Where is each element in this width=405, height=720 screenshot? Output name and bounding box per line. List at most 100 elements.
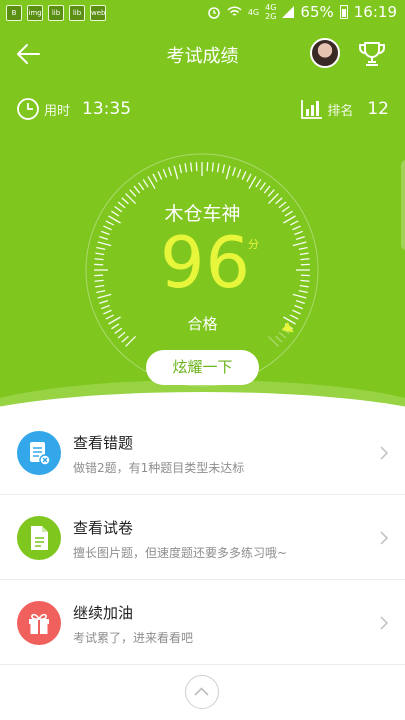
list-item-subtitle: 擅长图片题，但速度题还要多多练习哦~ xyxy=(73,546,288,560)
gauge-tick xyxy=(95,284,105,288)
gauge-tick xyxy=(96,246,106,251)
list-item-title: 继续加油 xyxy=(73,604,134,622)
gauge-tick xyxy=(246,173,252,183)
gauge-tick xyxy=(298,289,308,294)
list-item-subtitle: 做错2题，有1种题目类型未达标 xyxy=(73,461,245,475)
gauge-tick xyxy=(100,230,110,236)
gauge-tick xyxy=(248,176,257,189)
notification-icons: B img lib lib web xyxy=(6,5,106,21)
gauge-tick xyxy=(133,185,141,194)
gauge-tick xyxy=(121,335,129,343)
gauge-tick xyxy=(99,236,109,241)
gauge-tick xyxy=(178,164,183,174)
gauge-tick xyxy=(168,167,173,177)
gauge-tick xyxy=(216,163,220,173)
network-type: 4G xyxy=(247,7,260,17)
gauge-tick xyxy=(241,171,247,180)
network-type: 2G xyxy=(265,12,277,21)
pass-status: 合格 xyxy=(187,315,218,333)
status-bar: B img lib lib web 4G 4G 2G 65% 16:19 xyxy=(0,0,405,28)
gauge-tick xyxy=(142,179,149,188)
gauge-tick xyxy=(129,189,137,197)
battery-icon xyxy=(339,5,348,19)
gauge-tick xyxy=(255,179,262,188)
score-unit: 分 xyxy=(248,238,259,251)
rank-stat: 排名 12 xyxy=(301,95,389,123)
signal-icon xyxy=(282,6,295,18)
gauge-tick xyxy=(157,171,163,180)
time-used-stat: 用时 13:35 xyxy=(16,95,131,123)
rank-value: 12 xyxy=(367,99,389,119)
gauge-tick xyxy=(162,168,168,178)
gauge-tick xyxy=(211,162,214,172)
gauge-tick xyxy=(300,279,310,282)
action-list: 查看错题 做错2题，有1种题目类型未达标 查看试卷 擅长图片题，但速度题还要多多… xyxy=(0,410,405,665)
gauge-tick xyxy=(263,185,271,194)
gauge-tick xyxy=(94,279,104,282)
gauge-tick xyxy=(236,168,242,178)
list-item-exam-paper[interactable]: 查看试卷 擅长图片题，但速度题还要多多练习哦~ xyxy=(0,495,405,580)
notification-app-icon: lib xyxy=(69,5,85,21)
page-title: 考试成绩 xyxy=(166,46,239,67)
gauge-tick xyxy=(300,258,310,261)
list-item-subtitle: 考试累了，进来看看吧 xyxy=(73,631,194,645)
notification-app-icon: lib xyxy=(48,5,64,21)
app-header: 考试成绩 xyxy=(0,30,405,78)
gauge-tick xyxy=(292,293,307,299)
chevron-right-icon xyxy=(380,616,389,630)
user-avatar[interactable] xyxy=(310,38,340,68)
chevron-up-icon xyxy=(194,687,209,696)
notification-image-icon: img xyxy=(27,5,43,21)
list-item-wrong-questions[interactable]: 查看错题 做错2题，有1种题目类型未达标 xyxy=(0,410,405,495)
share-button[interactable]: 炫耀一下 xyxy=(146,350,259,385)
gauge-tick xyxy=(299,252,309,256)
network-type: 4G xyxy=(265,3,277,12)
list-item-keep-going[interactable]: 继续加油 考试累了，进来看看吧 xyxy=(0,580,405,665)
gauge-tick xyxy=(97,241,112,247)
scroll-up-button[interactable] xyxy=(185,675,219,709)
gauge-tick xyxy=(99,299,109,304)
gauge-tick xyxy=(97,293,112,299)
time-used-label: 用时 xyxy=(44,103,71,119)
score-value: 96 xyxy=(160,222,252,304)
list-item-title: 查看试卷 xyxy=(73,519,134,537)
rank-label: 排名 xyxy=(327,103,354,119)
bar-chart-icon xyxy=(301,100,323,119)
gift-icon xyxy=(17,601,61,645)
gauge-tick xyxy=(298,246,308,251)
exam-paper-icon xyxy=(17,516,61,560)
gauge-tick xyxy=(292,241,307,247)
alarm-icon xyxy=(208,7,220,19)
wifi-icon xyxy=(227,6,242,16)
gauge-tick xyxy=(295,236,305,241)
gauge-tick xyxy=(137,182,145,191)
trophy-icon[interactable] xyxy=(357,39,387,69)
gauge-tick xyxy=(267,189,275,197)
gauge-tick xyxy=(103,225,112,231)
system-status: 4G 4G 2G 65% 16:19 xyxy=(207,3,397,21)
footer xyxy=(0,665,405,720)
gauge-tick xyxy=(190,162,193,172)
list-item-title: 查看错题 xyxy=(73,434,134,452)
notification-app-icon: B xyxy=(6,5,22,21)
gauge-tick xyxy=(147,176,156,189)
gauge-tick xyxy=(295,299,305,304)
clock-icon xyxy=(17,98,39,120)
clock: 16:19 xyxy=(353,3,397,21)
gauge-tick xyxy=(231,167,236,177)
gauge-tick xyxy=(100,304,110,310)
gauge-tick xyxy=(294,304,304,310)
chevron-right-icon xyxy=(380,446,389,460)
gauge-tick xyxy=(95,252,105,256)
gauge-tick xyxy=(173,165,179,180)
gauge-tick xyxy=(292,225,301,231)
gauge-tick xyxy=(225,165,231,180)
gauge-tick xyxy=(275,335,283,343)
gauge-tick xyxy=(94,258,104,261)
time-used-value: 13:35 xyxy=(82,99,132,119)
gauge-tick xyxy=(221,164,226,174)
gauge-tick xyxy=(294,230,304,236)
gauge-tick xyxy=(299,284,309,288)
gauge-tick xyxy=(152,173,158,183)
gauge-tick xyxy=(96,289,106,294)
